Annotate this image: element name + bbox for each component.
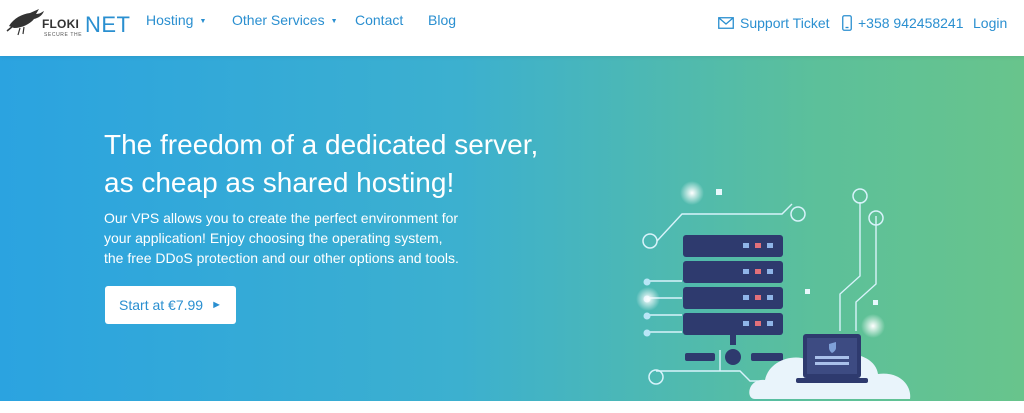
hero-desc-line1: Our VPS allows you to create the perfect… [104,210,459,226]
brand-logo[interactable]: FLOKI NET SECURE THE [6,4,130,42]
brand-name-net: NET [85,12,131,37]
nav-item-blog[interactable]: Blog [428,12,456,28]
hero-description: Our VPS allows you to create the perfect… [104,208,524,268]
nav-item-other-services[interactable]: Other Services ▼ [232,12,338,28]
chevron-down-icon: ▼ [199,17,207,25]
hero-banner: The freedom of a dedicated server, as ch… [0,56,1024,401]
support-ticket-link[interactable]: Support Ticket [718,15,830,31]
nav-item-contact[interactable]: Contact [355,12,403,28]
support-ticket-label: Support Ticket [740,15,830,31]
nav-item-label: Other Services [232,12,325,28]
brand-tagline: SECURE THE [44,32,83,38]
brand-name-floki: FLOKI [42,17,79,31]
nav-item-label: Blog [428,12,457,28]
nav-item-label: Hosting [146,12,194,28]
login-link[interactable]: Login [973,15,1007,31]
phone-icon [842,15,852,31]
site-header: FLOKI NET SECURE THE Hosting ▼ Other Ser… [0,0,1024,56]
cta-label: Start at €7.99 [119,297,204,313]
server-cloud-illustration [636,181,911,399]
envelope-icon [718,17,734,29]
hero-desc-line3: the free DDoS protection and our other o… [104,250,459,266]
start-pricing-button[interactable]: Start at €7.99 ► [105,286,236,324]
hero-title: The freedom of a dedicated server, as ch… [104,126,564,202]
nav-item-hosting[interactable]: Hosting ▼ [146,12,206,28]
page-bottom-strip [0,401,1024,413]
hero-desc-line2: your application! Enjoy choosing the ope… [104,230,443,246]
hero-title-line1: The freedom of a dedicated server, [104,129,539,160]
bird-logo-icon [6,9,44,36]
phone-link[interactable]: +358 942458241 [842,15,964,31]
hero-title-line2: as cheap as shared hosting! [104,167,455,198]
login-label: Login [973,15,1008,31]
chevron-down-icon: ▼ [330,17,338,25]
nav-item-label: Contact [355,12,404,28]
play-arrow-icon: ► [211,299,222,311]
phone-number: +358 942458241 [858,15,964,31]
